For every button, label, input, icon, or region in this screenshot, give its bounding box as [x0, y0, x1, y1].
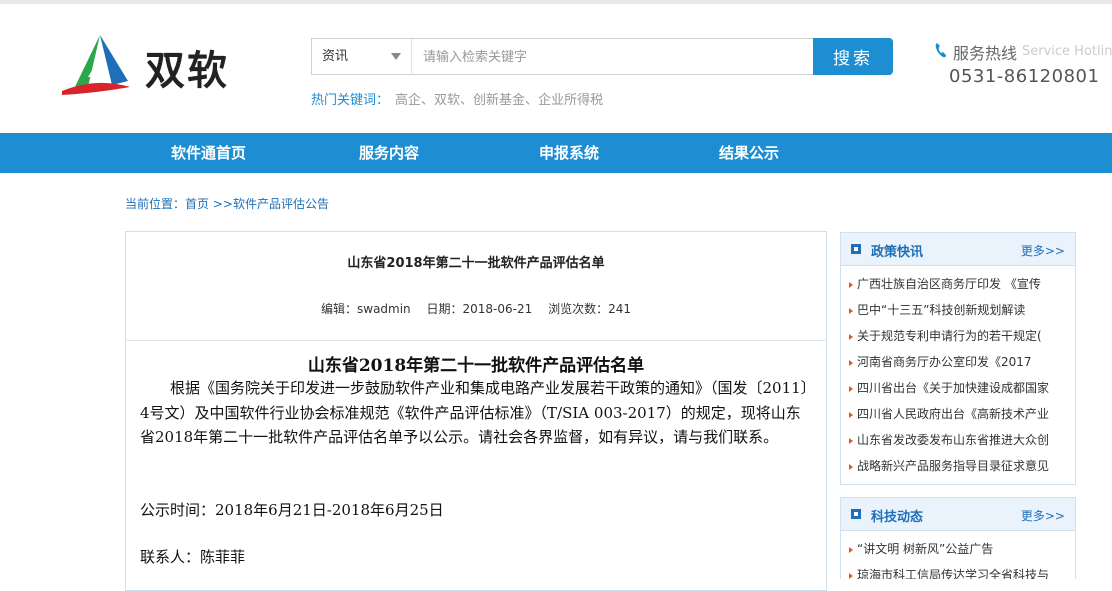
nav-item-home[interactable]: 软件通首页: [171, 133, 246, 173]
hot-keywords-label: 热门关键词：: [311, 93, 390, 108]
policy-news-panel: 政策快讯 更多>> 广西壮族自治区商务厅印发 《宣传 巴中“十三五”科技创新规划…: [840, 232, 1076, 485]
brand-name[interactable]: 双软: [145, 38, 229, 96]
policy-news-more-link[interactable]: 更多>>: [1021, 242, 1065, 259]
breadcrumb-separator: >>: [209, 197, 233, 211]
hot-keyword-link[interactable]: 高企、: [395, 93, 434, 108]
hotline-number: 0531-86120801: [949, 66, 1100, 87]
article-contact: 联系人：陈菲菲: [140, 548, 246, 566]
hot-keyword-link[interactable]: 创新基金、: [473, 93, 538, 108]
tech-news-list: “讲文明 树新风”公益广告 琼海市科工信局传达学习全省科技与: [841, 536, 1075, 579]
section-square-icon: [851, 509, 861, 519]
article-date: 日期：2018-06-21: [426, 302, 533, 316]
hotline-label: 服务热线: [953, 44, 1018, 63]
main-nav: 软件通首页 服务内容 申报系统 结果公示: [0, 133, 1112, 173]
breadcrumb-current[interactable]: 软件产品评估公告: [233, 197, 329, 211]
article-panel: 山东省2018年第二十一批软件产品评估名单 编辑：swadmin 日期：2018…: [125, 231, 827, 591]
search-category-value: 资讯: [322, 49, 349, 64]
policy-news-title: 政策快讯: [871, 245, 924, 260]
top-border: [0, 0, 1112, 4]
list-item[interactable]: 广西壮族自治区商务厅印发 《宣传: [847, 271, 1075, 297]
list-item[interactable]: 山东省发改委发布山东省推进大众创: [847, 427, 1075, 453]
breadcrumb-prefix: 当前位置：: [125, 197, 186, 211]
article-title: 山东省2018年第二十一批软件产品评估名单: [347, 256, 605, 271]
breadcrumb: 当前位置：首页 >>软件产品评估公告: [125, 195, 329, 212]
search-category-select[interactable]: 资讯: [312, 39, 412, 74]
list-item[interactable]: 巴中“十三五”科技创新规划解读: [847, 297, 1075, 323]
nav-item-results[interactable]: 结果公示: [719, 133, 779, 173]
phone-icon: [935, 43, 946, 58]
tech-news-header: 科技动态 更多>>: [841, 498, 1075, 531]
dropdown-arrow-icon: [391, 53, 401, 60]
search-bar: 资讯: [311, 38, 820, 76]
breadcrumb-home[interactable]: 首页: [185, 197, 209, 211]
article-paragraph: 根据《国务院关于印发进一步鼓励软件产业和集成电路产业发展若干政策的通知》（国发〔…: [140, 379, 809, 446]
policy-news-list: 广西壮族自治区商务厅印发 《宣传 巴中“十三五”科技创新规划解读 关于规范专利申…: [841, 271, 1075, 479]
article-views: 浏览次数：241: [548, 302, 631, 316]
tech-news-title: 科技动态: [871, 510, 924, 525]
article-divider: [126, 340, 826, 341]
hot-keyword-link[interactable]: 双软、: [434, 93, 473, 108]
section-square-icon: [851, 244, 861, 254]
list-item[interactable]: 关于规范专利申请行为的若干规定(: [847, 323, 1075, 349]
nav-item-services[interactable]: 服务内容: [359, 133, 419, 173]
nav-item-apply[interactable]: 申报系统: [539, 133, 599, 173]
hot-keywords: 热门关键词： 高企、双软、创新基金、企业所得税: [311, 89, 603, 108]
list-item[interactable]: “讲文明 树新风”公益广告: [847, 536, 1075, 562]
article-body-title: 山东省2018年第二十一批软件产品评估名单: [307, 356, 645, 376]
hotline-label-en: Service Hotline: [1022, 44, 1112, 59]
article-publicity-time: 公示时间：2018年6月21日-2018年6月25日: [140, 501, 444, 519]
tech-news-more-link[interactable]: 更多>>: [1021, 507, 1065, 524]
list-item[interactable]: 河南省商务厅办公室印发《2017: [847, 349, 1075, 375]
tech-news-panel: 科技动态 更多>> “讲文明 树新风”公益广告 琼海市科工信局传达学习全省科技与: [840, 497, 1076, 579]
article-meta: 编辑：swadmin 日期：2018-06-21 浏览次数：241: [126, 300, 826, 317]
hot-keyword-link[interactable]: 企业所得税: [538, 93, 603, 108]
search-button[interactable]: 搜索: [813, 38, 893, 75]
list-item[interactable]: 战略新兴产品服务指导目录征求意见: [847, 453, 1075, 479]
list-item[interactable]: 琼海市科工信局传达学习全省科技与: [847, 562, 1075, 579]
article-editor: 编辑：swadmin: [321, 302, 411, 316]
list-item[interactable]: 四川省人民政府出台《高新技术产业: [847, 401, 1075, 427]
search-input[interactable]: [413, 39, 820, 76]
policy-news-header: 政策快讯 更多>>: [841, 233, 1075, 266]
list-item[interactable]: 四川省出台《关于加快建设成都国家: [847, 375, 1075, 401]
